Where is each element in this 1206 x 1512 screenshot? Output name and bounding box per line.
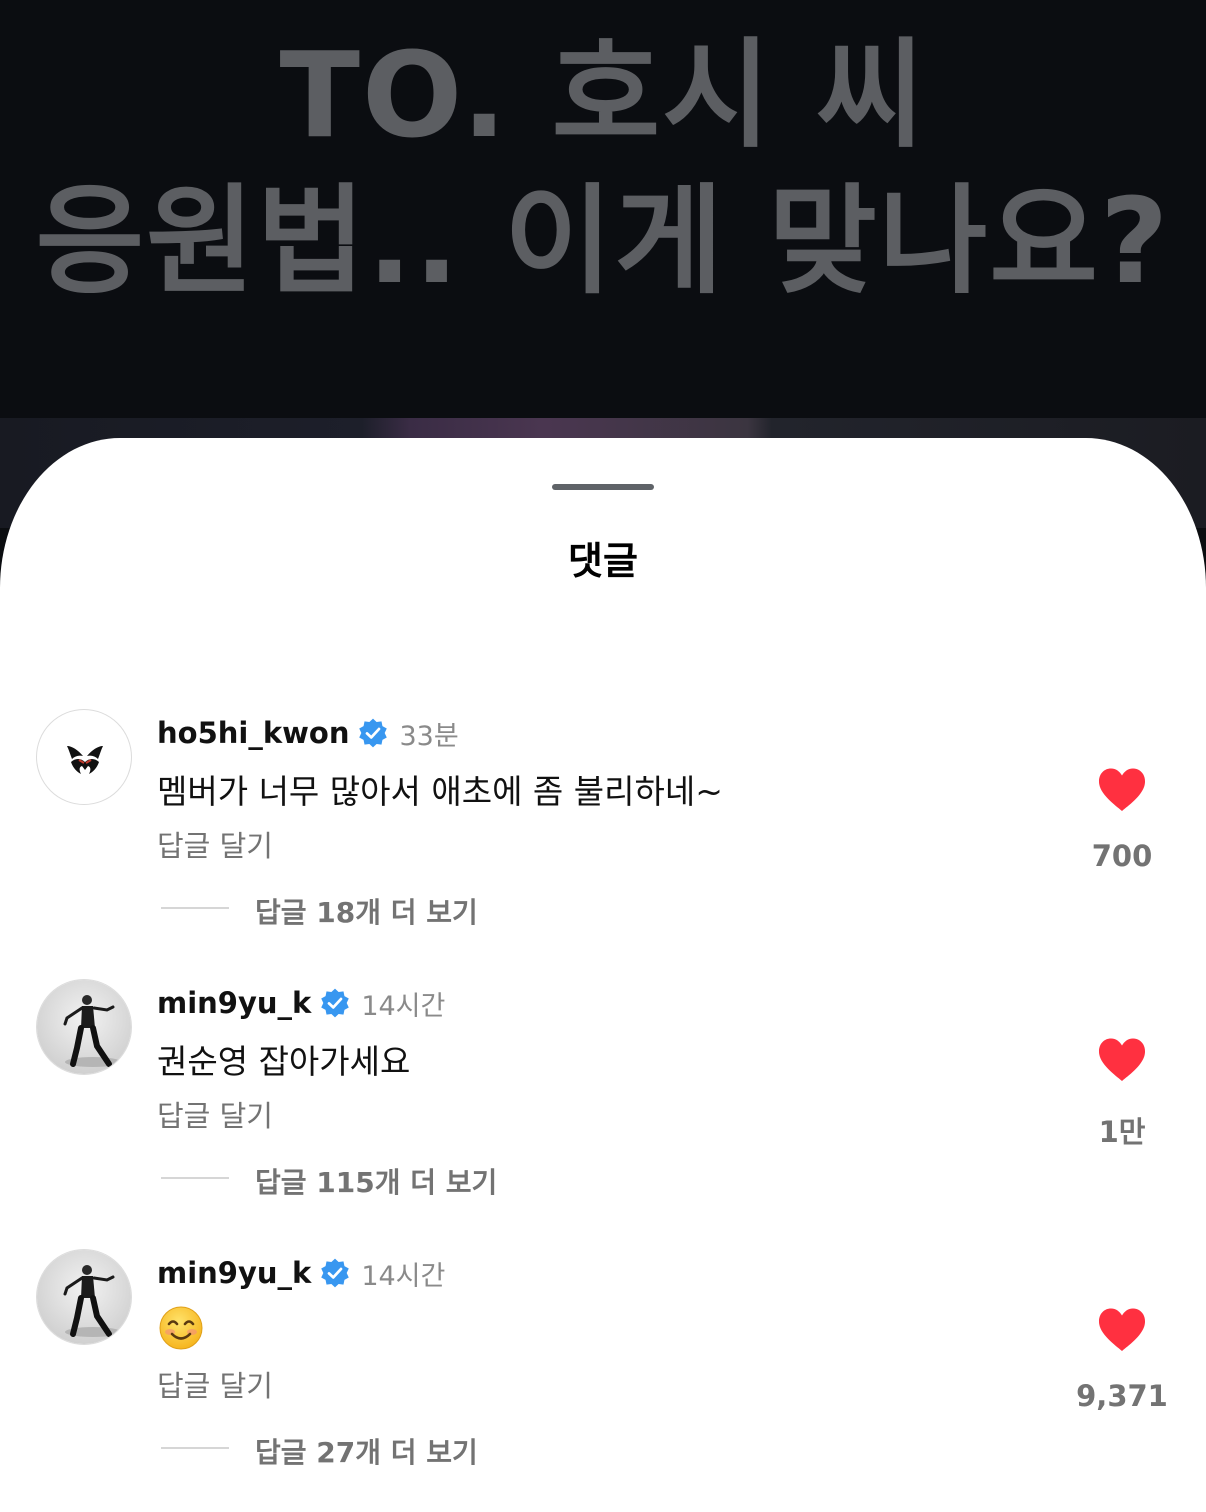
comment-text: 권순영 잡아가세요 [157,1042,411,1081]
heart-icon[interactable] [1097,1037,1147,1083]
heart-icon[interactable] [1097,767,1147,813]
video-title-line-2: 응원법.. 이게 맞나요? [35,172,1171,310]
verified-badge-icon [321,1258,350,1288]
username[interactable]: min9yu_k [157,986,311,1020]
view-more-replies-button[interactable]: 답글 18개 더 보기 [255,891,478,931]
avatar[interactable] [36,1249,132,1345]
username[interactable]: ho5hi_kwon [157,716,349,750]
comment-header: min9yu_k 14시간 [157,983,445,1023]
comment-item: min9yu_k 14시간 답글 달기 답글 27개 더 보기 9,371 [0,1249,1206,1489]
comment-item: min9yu_k 14시간 권순영 잡아가세요 답글 달기 답글 115개 더 … [0,979,1206,1219]
view-more-replies-button[interactable]: 답글 115개 더 보기 [255,1161,497,1201]
username[interactable]: min9yu_k [157,1256,311,1290]
comment-time: 33분 [399,720,459,752]
like-count: 700 [1091,839,1153,873]
comment-time: 14시간 [361,1260,446,1292]
profile-photo [37,980,131,1074]
avatar[interactable] [36,709,132,805]
avatar[interactable] [36,979,132,1075]
comment-header: ho5hi_kwon 33분 [157,713,459,753]
tiger-logo-icon [67,746,103,774]
view-more-replies-button[interactable]: 답글 27개 더 보기 [255,1431,478,1471]
reply-button[interactable]: 답글 달기 [157,1093,273,1135]
verified-badge-icon [321,988,350,1018]
comment-header: min9yu_k 14시간 [157,1253,445,1293]
comments-sheet: 댓글 ho5hi_kwon 33분 멤버가 너무 많아서 애초에 좀 불리하네~… [0,438,1206,1512]
replies-divider [161,1447,229,1449]
verified-badge-icon [359,718,388,748]
sheet-drag-handle[interactable] [552,484,654,490]
comment-item: ho5hi_kwon 33분 멤버가 너무 많아서 애초에 좀 불리하네~ 답글… [0,709,1206,949]
profile-photo [37,1250,131,1344]
heart-icon[interactable] [1097,1307,1147,1353]
replies-divider [161,1177,229,1179]
comment-time: 14시간 [361,990,446,1022]
replies-divider [161,907,229,909]
like-count: 1만 [1098,1115,1146,1149]
video-title-line-1: TO. 호시 씨 [279,26,927,164]
like-count: 9,371 [1076,1379,1168,1413]
reply-button[interactable]: 답글 달기 [157,823,273,865]
sheet-title: 댓글 [568,539,638,583]
screen: TO. 호시 씨 응원법.. 이게 맞나요? 댓글 ho5hi_kwon 33분… [0,0,1206,1512]
comment-text: 멤버가 너무 많아서 애초에 좀 불리하네~ [157,772,723,811]
reply-button[interactable]: 답글 달기 [157,1363,273,1405]
